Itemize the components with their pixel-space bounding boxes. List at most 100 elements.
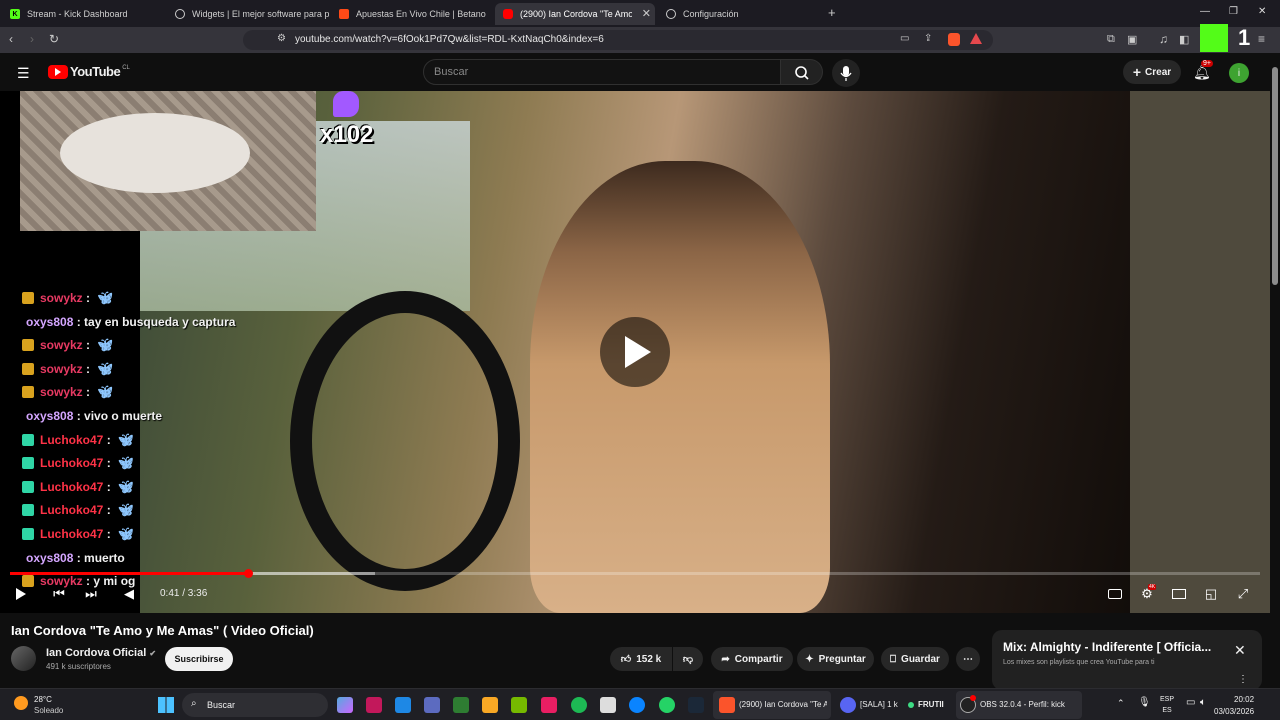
time-display: 0:41 / 3:36 xyxy=(160,588,208,599)
frutii-icon xyxy=(908,702,914,708)
video-title: Ian Cordova "Te Amo y Me Amas" ( Video O… xyxy=(11,623,314,638)
tab-kick-dashboard[interactable]: K Stream - Kick Dashboard xyxy=(2,3,164,25)
mix-menu-icon[interactable]: ⋮ xyxy=(1238,674,1248,685)
chat-separator: : xyxy=(73,550,85,565)
hamburger-icon[interactable]: ☰ xyxy=(17,65,30,82)
minimize-icon[interactable]: — xyxy=(1200,6,1210,17)
mix-playlist-panel[interactable]: Mix: Almighty - Indiferente [ Officia...… xyxy=(992,630,1262,690)
whatsapp-icon[interactable] xyxy=(659,697,675,713)
big-play-button[interactable] xyxy=(600,317,670,387)
close-window-icon[interactable]: ✕ xyxy=(1258,6,1266,17)
wallet-icon[interactable]: ▣ xyxy=(1127,33,1137,46)
spotify-icon[interactable] xyxy=(571,697,587,713)
cast-button[interactable]: ◱ xyxy=(1202,586,1220,602)
voice-search-button[interactable] xyxy=(832,59,860,87)
restore-icon[interactable]: ❐ xyxy=(1229,6,1238,17)
brave-shield-icon[interactable] xyxy=(948,33,960,46)
taskbar-obs-window[interactable]: OBS 32.0.4 - Perfil: kick xyxy=(956,691,1082,719)
chat-badge-icon xyxy=(22,339,34,352)
subtitles-button[interactable] xyxy=(1106,586,1124,602)
tray-overflow-icon[interactable]: ⌃ xyxy=(1117,698,1125,709)
reload-icon[interactable]: ↻ xyxy=(49,32,59,46)
page-scrollbar[interactable] xyxy=(1270,53,1280,688)
previous-button[interactable]: ⏮︎ xyxy=(50,586,68,602)
outlook-icon[interactable] xyxy=(395,697,411,713)
taskbar-discord-window[interactable]: [SALA] 1 k xyxy=(838,691,904,719)
kick-logo-overlay xyxy=(1200,24,1228,52)
sidebar-icon[interactable]: ◧ xyxy=(1179,33,1189,46)
chat-separator: : xyxy=(82,361,94,376)
file-explorer-icon[interactable] xyxy=(482,697,498,713)
create-button[interactable]: + Crear xyxy=(1123,60,1181,84)
new-tab-icon[interactable]: + xyxy=(828,5,836,20)
mix-subtitle: Los mixes son playlists que crea YouTube… xyxy=(1003,659,1155,666)
kick-icon: K xyxy=(10,9,20,19)
more-actions-button[interactable]: ⋯ xyxy=(956,647,980,671)
search-input[interactable]: Buscar xyxy=(423,59,781,85)
screen-icon[interactable]: ▭ xyxy=(900,33,909,44)
url-field[interactable]: ⚙ youtube.com/watch?v=6fOok1Pd7Qw&list=R… xyxy=(243,30,993,50)
scrollbar-thumb[interactable] xyxy=(1272,67,1278,285)
taskbar-search[interactable]: ⌕ Buscar xyxy=(182,693,328,717)
mix-title: Mix: Almighty - Indiferente [ Officia... xyxy=(1003,640,1212,654)
site-info-icon[interactable]: ⚙ xyxy=(277,33,286,44)
system-clock[interactable]: 20:02 03/03/2026 xyxy=(1214,694,1254,718)
edge-icon[interactable] xyxy=(629,697,645,713)
taskbar-frutii-window[interactable]: FRUTII xyxy=(906,691,952,719)
subscribe-button[interactable]: Suscribirse xyxy=(165,647,233,671)
butterfly-emote-icon: 🦋︎ xyxy=(118,432,134,447)
youtube-play-icon xyxy=(48,64,68,79)
like-button[interactable]: 👍︎ 152 k xyxy=(610,647,672,671)
share-button[interactable]: ➦ Compartir xyxy=(711,647,793,671)
back-icon[interactable]: ‹ xyxy=(9,32,13,46)
close-tab-icon[interactable]: ✕ xyxy=(642,7,651,20)
tab-widgets[interactable]: Widgets | El mejor software para pod xyxy=(167,3,329,25)
language-indicator[interactable]: ESP ES xyxy=(1160,694,1174,716)
next-button[interactable]: ⏭︎ xyxy=(82,586,100,602)
theater-mode-button[interactable] xyxy=(1170,586,1188,602)
scrubber-handle[interactable] xyxy=(243,569,253,578)
account-avatar[interactable]: i xyxy=(1229,63,1249,83)
speaker-icon[interactable]: 🔈︎ xyxy=(1200,697,1206,708)
store-icon[interactable] xyxy=(600,697,616,713)
minecraft-icon[interactable] xyxy=(453,697,469,713)
notifications-button[interactable]: 🔔︎ 9+ xyxy=(1193,60,1213,81)
affinity-icon[interactable] xyxy=(541,697,557,713)
obs-window-label: OBS 32.0.4 - Perfil: kick xyxy=(980,700,1065,709)
tab-youtube[interactable]: (2900) Ian Cordova "Te Amo y M ✕ xyxy=(495,3,655,25)
nvidia-icon[interactable] xyxy=(511,697,527,713)
app-red-icon[interactable] xyxy=(366,697,382,713)
share-page-icon[interactable]: ⇪ xyxy=(924,33,932,44)
search-button[interactable] xyxy=(781,59,823,85)
network-icon[interactable]: ▭ xyxy=(1186,697,1195,708)
tab-betano[interactable]: Apuestas En Vivo Chile | Betano xyxy=(331,3,493,25)
channel-avatar[interactable] xyxy=(11,646,36,671)
extensions-icon[interactable]: ⧉ xyxy=(1107,33,1115,46)
brave-rewards-icon[interactable] xyxy=(970,33,982,44)
youtube-logo[interactable]: YouTube CL xyxy=(48,64,130,79)
weather-condition: Soleado xyxy=(34,706,64,715)
close-mix-icon[interactable]: ✕ xyxy=(1234,642,1246,659)
weather-widget[interactable]: 28°C Soleado xyxy=(14,694,104,716)
settings-button[interactable]: ⚙ 4K xyxy=(1138,584,1157,602)
dislike-button[interactable]: 👎︎ xyxy=(673,647,703,671)
share-icon: ➦ xyxy=(721,653,730,665)
windows-start-icon[interactable] xyxy=(158,697,174,713)
taskbar-brave-window[interactable]: (2900) Ian Cordova "Te A xyxy=(713,691,831,719)
menu-icon[interactable]: ≡ xyxy=(1258,32,1265,46)
fullscreen-button[interactable]: ⤢ xyxy=(1234,586,1252,602)
media-icon[interactable]: ♫ xyxy=(1159,32,1168,46)
chat-message: Luchoko47 : 🦋︎ xyxy=(22,430,133,450)
ask-button[interactable]: ✦ Preguntar xyxy=(797,647,874,671)
channel-name[interactable]: Ian Cordova Oficial ✔ xyxy=(46,647,156,659)
save-button[interactable]: ⎕ Guardar xyxy=(881,647,949,671)
volume-button[interactable]: ◀︎ xyxy=(120,586,138,602)
video-player[interactable]: x102 sowykz : 🦋︎ oxys808 : tay en busqued… xyxy=(0,91,1270,613)
copilot-icon[interactable] xyxy=(337,697,353,713)
steam-icon[interactable] xyxy=(688,697,704,713)
tab-settings[interactable]: Configuración xyxy=(658,3,820,25)
play-button[interactable] xyxy=(12,586,30,602)
mic-tray-icon[interactable]: 🎙︎ xyxy=(1138,697,1151,708)
forward-icon[interactable]: › xyxy=(30,32,34,46)
teams-icon[interactable] xyxy=(424,697,440,713)
